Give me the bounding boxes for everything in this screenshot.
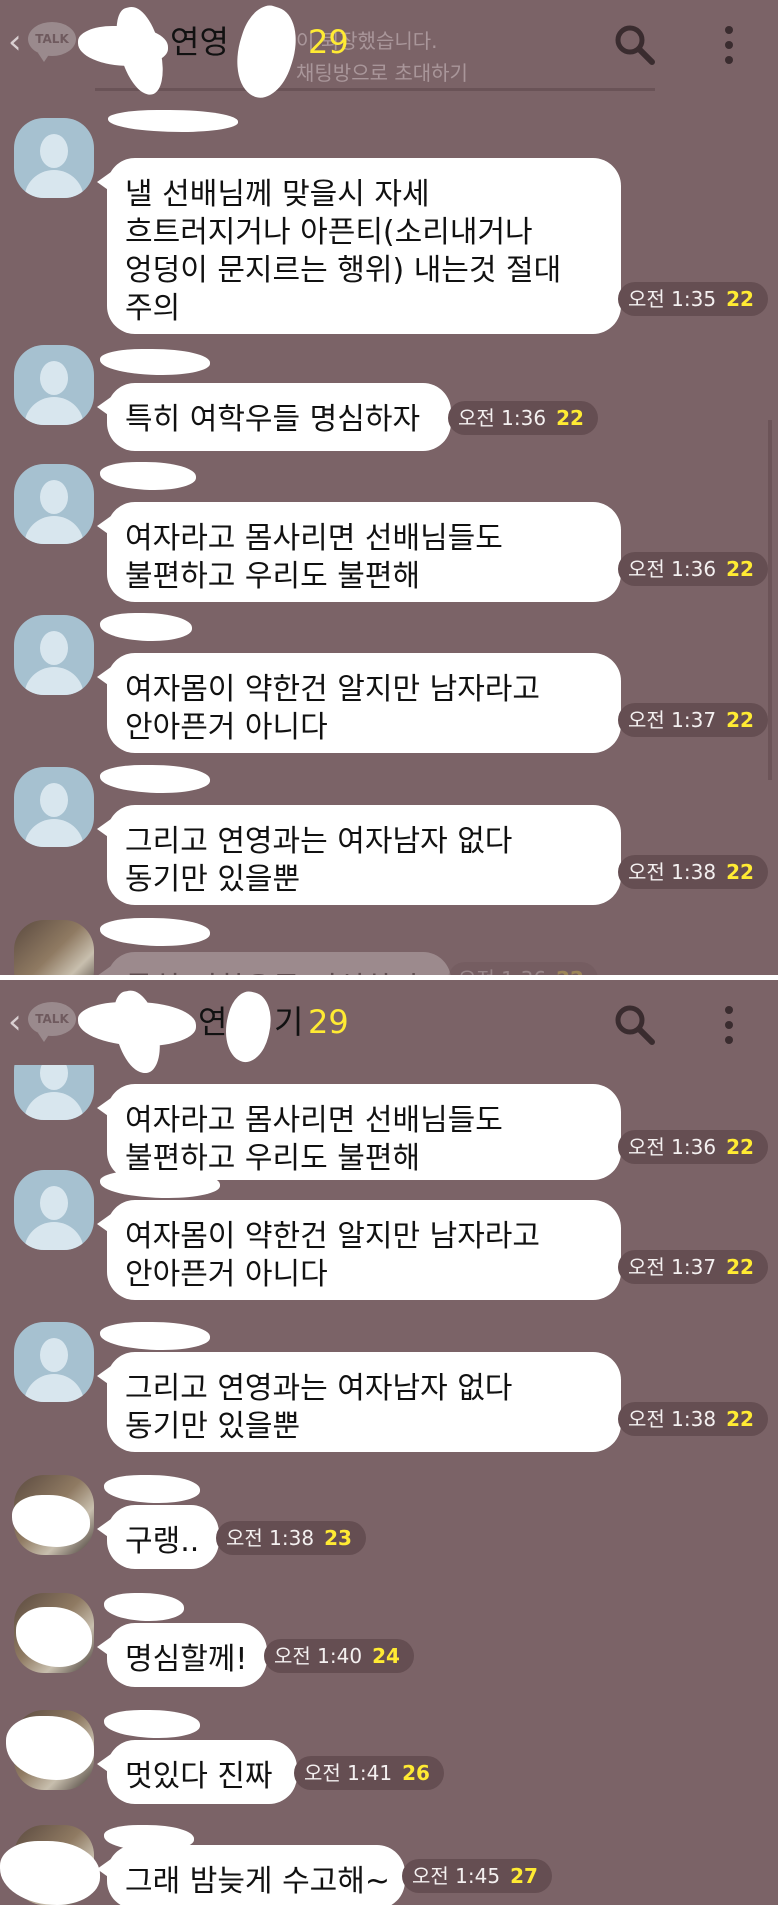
unread-count: 24 — [372, 1644, 400, 1668]
unread-count: 22 — [556, 406, 584, 430]
more-menu-icon[interactable] — [714, 22, 744, 68]
chat-screen-bottom: ‹ TALK 연영 기 29 여자라고 몸사리면 선배님들도 불편하고 우리도 … — [0, 980, 778, 1905]
message-time: 오전 1:45 — [412, 1864, 501, 1888]
redacted-sender-name — [104, 1475, 200, 1503]
avatar[interactable] — [14, 767, 94, 847]
chat-room-title: 연영 — [170, 23, 229, 61]
avatar[interactable] — [14, 464, 94, 544]
message-meta: 오전 1:36 22 — [618, 552, 768, 586]
avatar[interactable] — [14, 345, 94, 425]
redacted-sender-name — [100, 349, 210, 375]
message-bubble[interactable]: 구랭.. — [97, 1505, 219, 1569]
avatar[interactable] — [14, 118, 94, 198]
message-time: 오전 1:36 — [458, 406, 547, 430]
message-time: 오전 1:38 — [226, 1526, 315, 1550]
message-meta: 오전 1:38 22 — [618, 1402, 768, 1436]
kakaotalk-logo-icon: TALK — [28, 1002, 76, 1042]
redacted-sender-name — [100, 462, 196, 490]
redacted-sender-name — [100, 1170, 220, 1198]
redacted-sender-name — [100, 918, 210, 946]
back-arrow-icon[interactable]: ‹ — [8, 22, 22, 62]
redaction-mark — [111, 2, 169, 100]
message-bubble[interactable]: 여자몸이 약한건 알지만 남자라고 안아픈거 아니다 — [97, 1200, 621, 1300]
unread-count: 22 — [726, 1255, 754, 1279]
message-meta: 오전 1:45 27 — [402, 1859, 552, 1893]
message-bubble[interactable]: 특히 여학우들 명심하자 — [97, 383, 451, 451]
message-time: 오전 1:38 — [628, 860, 717, 884]
search-icon[interactable] — [612, 1002, 656, 1046]
message-time: 오전 1:36 — [458, 967, 546, 975]
message-meta: 오전 1:37 22 — [618, 703, 768, 737]
unread-count: 22 — [726, 1407, 754, 1431]
kakaotalk-logo-icon: TALK — [28, 22, 76, 62]
message-meta: 오전 1:37 22 — [618, 1250, 768, 1284]
message-time: 오전 1:38 — [628, 1407, 717, 1431]
redacted-sender-name — [104, 1710, 200, 1738]
redacted-sender-name — [108, 110, 238, 132]
avatar[interactable] — [14, 920, 94, 975]
scrollbar[interactable] — [768, 420, 772, 780]
header-divider — [95, 88, 655, 91]
unread-count: 22 — [726, 708, 754, 732]
unread-count: 22 — [726, 860, 754, 884]
redacted-sender-name — [104, 1593, 184, 1621]
message-time: 오전 1:41 — [304, 1761, 393, 1785]
message-bubble[interactable]: 멋있다 진짜 — [97, 1740, 297, 1804]
message-time: 오전 1:36 — [628, 1135, 717, 1159]
message-bubble[interactable]: 그래 밤늦게 수고해~ — [97, 1845, 405, 1905]
message-meta: 오전 1:36 22 — [448, 401, 598, 435]
unread-count: 22 — [726, 557, 754, 581]
message-time: 오전 1:35 — [628, 287, 717, 311]
chat-header: ‹ TALK 연영 기 29 — [0, 980, 778, 1078]
redacted-sender-name — [100, 613, 192, 641]
message-time: 오전 1:36 — [628, 557, 717, 581]
message-time: 오전 1:37 — [628, 1255, 717, 1279]
redaction-mark — [0, 1841, 100, 1905]
search-icon[interactable] — [612, 22, 656, 66]
message-bubble[interactable]: 여자라고 몸사리면 선배님들도 불편하고 우리도 불편해 — [97, 502, 621, 602]
back-arrow-icon[interactable]: ‹ — [8, 1002, 22, 1042]
unread-count: 22 — [726, 1135, 754, 1159]
message-meta: 오전 1:36 22 — [448, 962, 598, 975]
chat-room-title-tail: 기 — [274, 1003, 304, 1041]
message-bubble[interactable]: 그리고 연영과는 여자남자 없다 동기만 있을뿐 — [97, 805, 621, 905]
member-count: 29 — [308, 23, 349, 61]
message-bubble[interactable]: 여자라고 몸사리면 선배님들도 불편하고 우리도 불편해 — [97, 1084, 621, 1180]
more-menu-icon[interactable] — [714, 1002, 744, 1048]
message-bubble[interactable]: 특히 여학우들 명심하자 — [97, 952, 451, 975]
message-time: 오전 1:40 — [274, 1644, 363, 1668]
unread-count: 22 — [726, 287, 754, 311]
unread-count: 26 — [402, 1761, 430, 1785]
message-bubble[interactable]: 명심할께! — [97, 1623, 267, 1687]
chat-screen-top: ‹ TALK 이 퇴장했습니다. 채팅방으로 초대하기 연영 29 낼 선배님께… — [0, 0, 778, 975]
member-count: 29 — [308, 1003, 349, 1041]
message-meta: 오전 1:38 22 — [618, 855, 768, 889]
message-time: 오전 1:37 — [628, 708, 717, 732]
unread-count: 23 — [324, 1526, 352, 1550]
chat-header: ‹ TALK 이 퇴장했습니다. 채팅방으로 초대하기 연영 29 — [0, 0, 778, 105]
redaction-mark — [109, 986, 165, 1078]
message-meta: 오전 1:41 26 — [294, 1756, 444, 1790]
redacted-sender-name — [100, 1322, 210, 1350]
message-meta: 오전 1:36 22 — [618, 1130, 768, 1164]
message-bubble[interactable]: 여자몸이 약한건 알지만 남자라고 안아픈거 아니다 — [97, 653, 621, 753]
unread-count: 22 — [556, 967, 584, 975]
message-meta: 오전 1:40 24 — [264, 1639, 414, 1673]
unread-count: 27 — [510, 1864, 538, 1888]
avatar[interactable] — [14, 1170, 94, 1250]
message-bubble[interactable]: 그리고 연영과는 여자남자 없다 동기만 있을뿐 — [97, 1352, 621, 1452]
avatar[interactable] — [14, 1322, 94, 1402]
message-meta: 오전 1:38 23 — [216, 1521, 366, 1555]
redacted-sender-name — [100, 765, 210, 793]
message-meta: 오전 1:35 22 — [618, 282, 768, 316]
avatar[interactable] — [14, 615, 94, 695]
message-bubble[interactable]: 낼 선배님께 맞을시 자세 흐트러지거나 아픈티(소리내거나 엉덩이 문지르는 … — [97, 158, 621, 334]
